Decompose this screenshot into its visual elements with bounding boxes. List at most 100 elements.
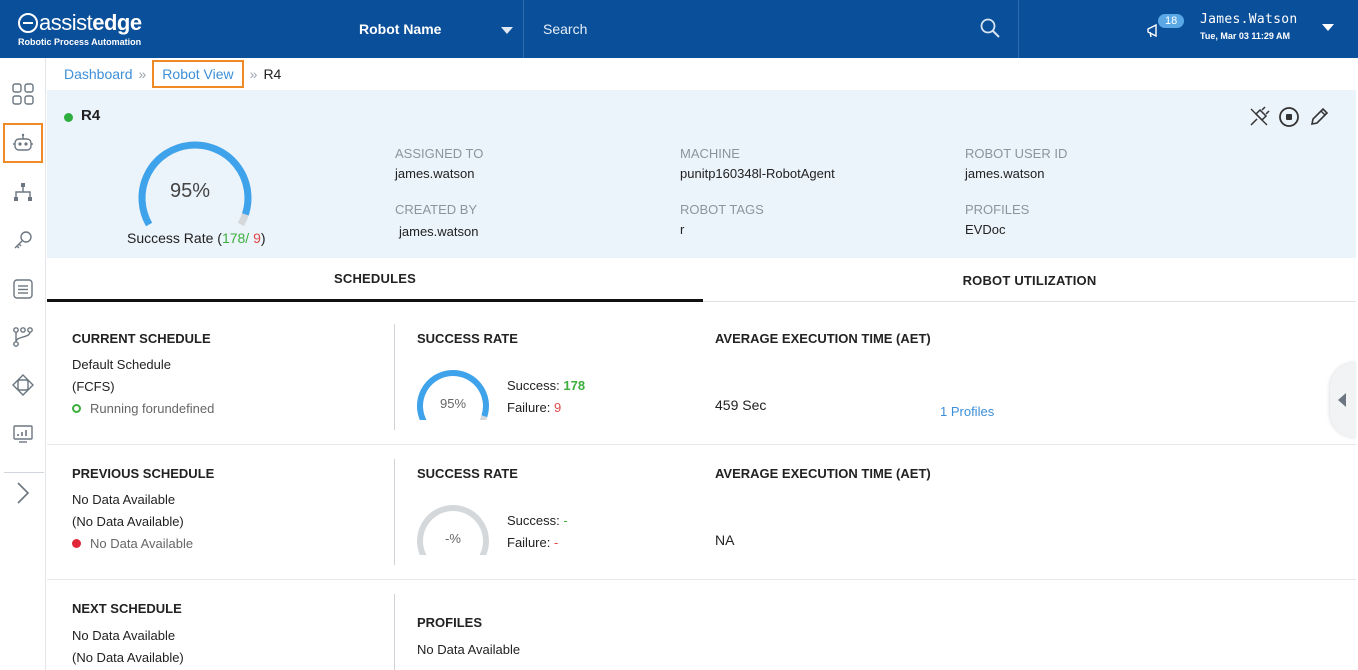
search-input[interactable]: Search [525, 0, 1019, 58]
caret-left-icon [1338, 393, 1346, 407]
profiles-link[interactable]: 1 Profiles [940, 404, 994, 419]
sidebar-item-chip[interactable] [3, 365, 43, 405]
previous-schedule-title: PREVIOUS SCHEDULE [72, 466, 215, 481]
stop-icon[interactable] [1278, 106, 1300, 128]
current-schedule-title: CURRENT SCHEDULE [72, 331, 211, 346]
current-schedule-mode: (FCFS) [72, 379, 115, 394]
robot-summary-panel: R4 95% Success Rate (178/ 9) ASSIGNED TO… [47, 90, 1356, 258]
tab-robot-utilization[interactable]: ROBOT UTILIZATION [703, 258, 1356, 302]
success-rate-gauge-value: 95% [169, 180, 211, 202]
sidebar-item-credentials[interactable] [3, 220, 43, 260]
user-name: James.Watson [1200, 12, 1298, 27]
breadcrumb: Dashboard » Robot View » R4 [64, 60, 282, 88]
workflow-icon [13, 327, 33, 347]
breadcrumb-dashboard-link[interactable]: Dashboard [64, 66, 133, 82]
assigned-to-value: james.watson [395, 166, 475, 181]
success-rate-label: Success Rate (178/ 9) [127, 230, 266, 246]
success-value: - [563, 513, 568, 528]
success-value: 178 [563, 378, 586, 393]
assigned-to-label: ASSIGNED TO [395, 146, 484, 161]
unplug-icon[interactable] [1248, 106, 1270, 128]
user-menu[interactable]: James.Watson Tue, Mar 03 11:29 AM [1200, 12, 1298, 41]
previous-schedule-status: No Data Available [90, 536, 194, 551]
current-success-line: Success: 178 [507, 378, 585, 393]
robot-name-dropdown[interactable]: Robot Name [346, 0, 524, 58]
sidebar [0, 58, 46, 670]
current-schedule-status: Running forundefined [90, 401, 215, 416]
previous-schedule-mode: (No Data Available) [72, 514, 184, 529]
edit-pencil-icon[interactable] [1308, 106, 1330, 128]
key-icon [14, 231, 32, 249]
search-placeholder: Search [543, 21, 588, 37]
robot-actions [1248, 106, 1330, 128]
created-by-label: CREATED BY [395, 202, 478, 217]
search-icon[interactable] [980, 18, 1000, 38]
breadcrumb-robot-view-link[interactable]: Robot View [152, 60, 244, 88]
logo-mark-icon [18, 13, 38, 33]
previous-success-gauge [417, 505, 489, 555]
failure-label: Failure: [507, 535, 551, 550]
robot-name-title: R4 [81, 107, 101, 124]
machine-label: MACHINE [680, 146, 740, 161]
robot-name-dropdown-label: Robot Name [359, 21, 442, 37]
next-schedule-row: NEXT SCHEDULE No Data Available (No Data… [47, 580, 1356, 670]
robot-user-id-label: ROBOT USER ID [965, 146, 1068, 161]
robot-user-id-value: james.watson [965, 166, 1045, 181]
row-divider [394, 594, 395, 670]
next-schedule-title: NEXT SCHEDULE [72, 601, 182, 616]
current-success-rate-title: SUCCESS RATE [417, 331, 518, 346]
next-profiles-value: No Data Available [417, 642, 521, 657]
robot-tags-label: ROBOT TAGS [680, 202, 764, 217]
notification-count-badge: 18 [1158, 14, 1185, 28]
sidebar-item-robots[interactable] [3, 123, 43, 163]
side-panel-toggle[interactable] [1330, 362, 1356, 438]
profiles-label: PROFILES [965, 202, 1030, 217]
success-count: 178 [221, 230, 246, 246]
sidebar-item-workflow[interactable] [3, 317, 43, 357]
row-divider [394, 324, 395, 430]
hierarchy-icon [14, 183, 32, 201]
sidebar-expand-button[interactable] [3, 473, 43, 513]
user-menu-caret-icon[interactable] [1322, 24, 1334, 31]
sidebar-item-list[interactable] [3, 269, 43, 309]
previous-failure-line: Failure: - [507, 535, 558, 550]
previous-success-line: Success: - [507, 513, 568, 528]
notifications-button[interactable]: 18 [1146, 14, 1190, 44]
chip-icon [12, 374, 34, 396]
monitor-chart-icon [13, 425, 33, 443]
created-by-value: james.watson [399, 224, 479, 239]
tab-schedules[interactable]: SCHEDULES [47, 258, 703, 302]
previous-aet-value: NA [715, 532, 735, 548]
error-status-icon [72, 539, 81, 548]
row-divider [394, 459, 395, 565]
current-schedule-name: Default Schedule [72, 357, 172, 372]
next-schedule-mode: (No Data Available) [72, 650, 184, 665]
breadcrumb-current: R4 [263, 66, 282, 82]
previous-aet-title: AVERAGE EXECUTION TIME (AET) [715, 466, 931, 481]
current-failure-line: Failure: 9 [507, 400, 561, 415]
sidebar-item-reports[interactable] [3, 414, 43, 454]
success-label: Success: [507, 513, 560, 528]
logo[interactable]: assist edge Robotic Process Automation [18, 10, 142, 47]
current-aet-title: AVERAGE EXECUTION TIME (AET) [715, 331, 931, 346]
current-success-gauge [417, 370, 489, 420]
robot-icon [13, 133, 33, 151]
sidebar-item-dashboard[interactable] [3, 74, 43, 114]
current-aet-value: 459 Sec [715, 397, 767, 413]
robot-status-dot [64, 113, 73, 122]
failure-value: 9 [553, 400, 562, 415]
logo-light-text: assist [39, 10, 93, 35]
profiles-value: EVDoc [965, 222, 1006, 237]
previous-schedule-row: PREVIOUS SCHEDULE No Data Available (No … [47, 445, 1356, 580]
current-schedule-row: CURRENT SCHEDULE Default Schedule (FCFS)… [47, 310, 1356, 445]
next-profiles-title: PROFILES [417, 615, 483, 630]
failure-count: 9 [253, 230, 261, 246]
robot-tabs: SCHEDULES ROBOT UTILIZATION [47, 258, 1356, 302]
success-rate-label-text: Success Rate [127, 230, 214, 246]
failure-value: - [553, 535, 559, 550]
sidebar-item-hierarchy[interactable] [3, 172, 43, 212]
next-schedule-name: No Data Available [72, 628, 176, 643]
previous-schedule-name: No Data Available [72, 492, 176, 507]
breadcrumb-separator-icon: » [138, 66, 147, 82]
breadcrumb-separator-icon: » [249, 66, 258, 82]
